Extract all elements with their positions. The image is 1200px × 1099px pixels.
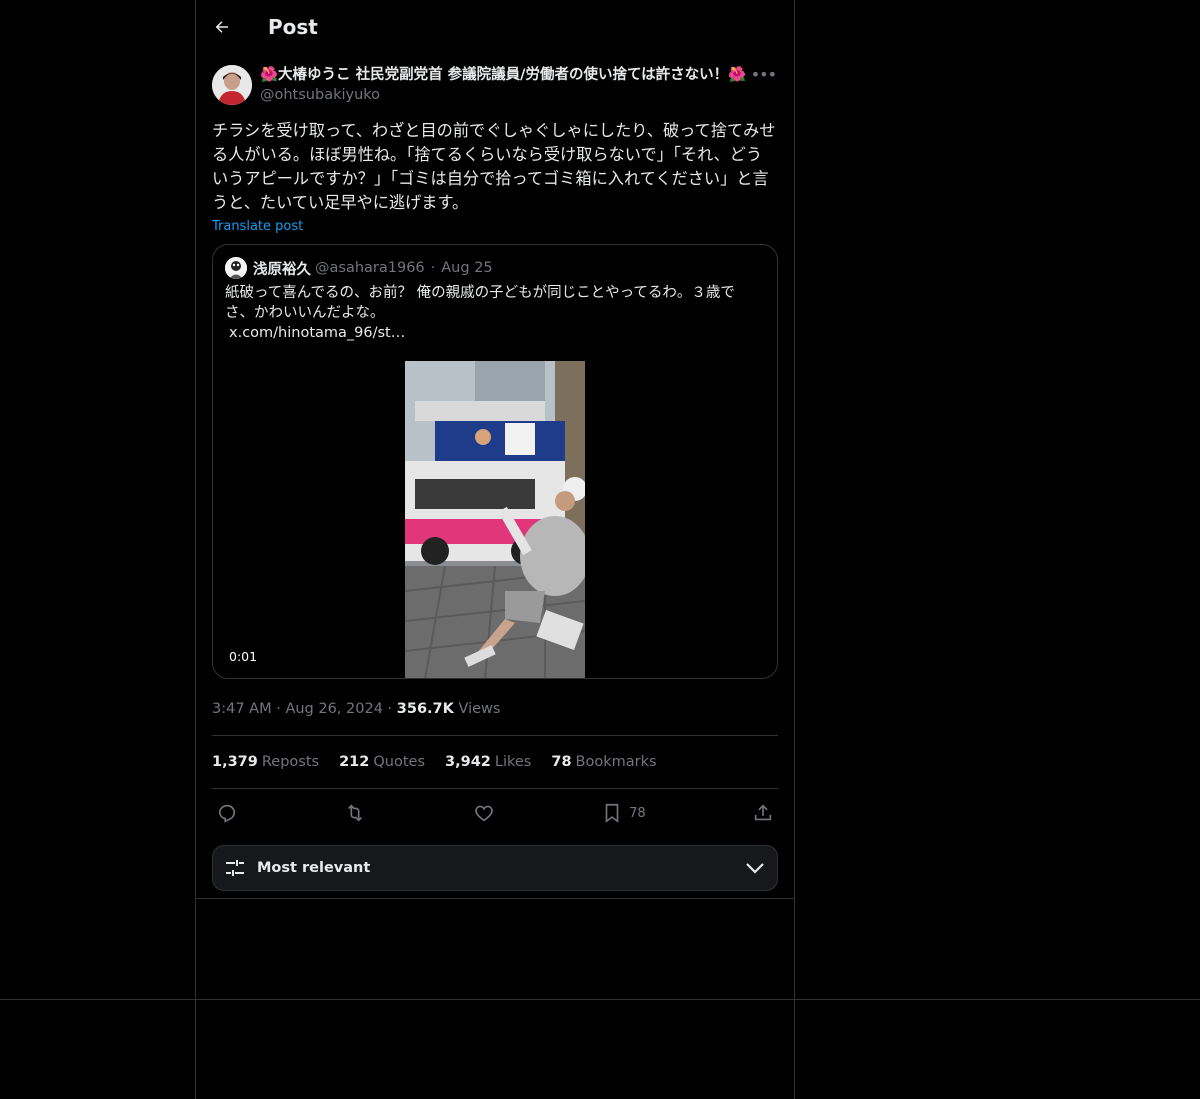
- likes-label: Likes: [494, 754, 532, 770]
- post-time[interactable]: 3:47 AM: [212, 701, 272, 717]
- quotes-label: Quotes: [373, 754, 426, 770]
- likes-count: 3,942: [445, 754, 491, 770]
- engagement-stats: 1,379 Reposts 212 Quotes 3,942 Likes 78 Book…: [212, 736, 778, 788]
- post-date[interactable]: Aug 26, 2024: [285, 701, 383, 717]
- back-arrow-icon: [215, 20, 228, 33]
- quoted-author-handle: @asahara1966: [315, 260, 425, 276]
- like-icon: [474, 805, 493, 822]
- translate-post-link[interactable]: Translate post: [212, 219, 303, 234]
- views-label: Views: [458, 701, 501, 717]
- right-column-border: [794, 0, 795, 1099]
- page-title: Post: [268, 14, 318, 39]
- bookmark-button[interactable]: 78: [601, 802, 646, 824]
- video-thumbnail[interactable]: [405, 361, 585, 678]
- reply-button[interactable]: [216, 802, 238, 824]
- chevron-down-icon: [746, 863, 764, 874]
- quotes-stat[interactable]: 212 Quotes: [339, 754, 425, 770]
- quoted-post-link[interactable]: x.com/hinotama_96/st…: [229, 323, 751, 343]
- quoted-post[interactable]: 浅原裕久 @asahara1966 · Aug 25 紙破って喜んでるの、お前？…: [212, 244, 778, 679]
- sliders-icon: [226, 860, 244, 876]
- repost-icon: [348, 804, 363, 822]
- sort-label: Most relevant: [257, 860, 371, 876]
- quotes-count: 212: [339, 754, 370, 770]
- post-author: 🌺大椿ゆうこ 社民党副党首 参議院議員/労働者の使い捨ては許さない！🌺 @oht…: [212, 65, 778, 105]
- author-display-name[interactable]: 🌺大椿ゆうこ 社民党副党首 参議院議員/労働者の使い捨ては許さない！🌺: [260, 65, 750, 85]
- views-count: 356.7K: [396, 701, 454, 717]
- bookmark-count: 78: [629, 805, 646, 821]
- more-icon[interactable]: •••: [751, 65, 777, 84]
- separator-dot: ·: [430, 260, 436, 276]
- likes-stat[interactable]: 3,942 Likes: [445, 754, 531, 770]
- bottom-divider: [0, 999, 1200, 1000]
- video-frame: [405, 361, 585, 678]
- avatar[interactable]: [212, 65, 252, 105]
- quoted-post-date: Aug 25: [441, 260, 493, 276]
- bookmarks-label: Bookmarks: [575, 754, 657, 770]
- share-icon: [754, 804, 772, 821]
- reposts-stat[interactable]: 1,379 Reposts: [212, 754, 319, 770]
- post-meta: 3:47 AM · Aug 26, 2024 · 356.7K Views: [212, 699, 778, 719]
- like-button[interactable]: [473, 802, 495, 824]
- bookmarks-count: 78: [551, 754, 572, 770]
- page-header: Post: [196, 0, 794, 53]
- quoted-post-body: 紙破って喜んでるの、お前？ 俺の親戚の子どもが同じことやってるわ。３歳でさ、かわ…: [225, 285, 735, 321]
- post-bottom-divider: [196, 898, 794, 899]
- quoted-post-header: 浅原裕久 @asahara1966 · Aug 25: [213, 245, 777, 279]
- sort-replies-dropdown[interactable]: Most relevant: [212, 845, 778, 891]
- author-handle[interactable]: @ohtsubakiyuko: [260, 85, 750, 105]
- main-column: Post 🌺大椿ゆうこ 社民党副党首 参議院議員/労働者の使い捨ては許さない！🌺…: [196, 0, 794, 891]
- quoted-avatar: [225, 257, 247, 279]
- post-text: チラシを受け取って、わざと目の前でぐしゃぐしゃにしたり、破って捨てみせる人がいる…: [212, 121, 776, 212]
- back-button[interactable]: [212, 17, 232, 37]
- bookmark-icon: [605, 803, 619, 823]
- video-timestamp: 0:01: [229, 649, 258, 664]
- quoted-author-name: 浅原裕久: [253, 261, 311, 278]
- post: 🌺大椿ゆうこ 社民党副党首 参議院議員/労働者の使い捨ては許さない！🌺 @oht…: [196, 53, 794, 891]
- quoted-post-text: 紙破って喜んでるの、お前？ 俺の親戚の子どもが同じことやってるわ。３歳でさ、かわ…: [213, 279, 763, 343]
- share-button[interactable]: [752, 802, 774, 824]
- avatar-image: [212, 65, 252, 105]
- reposts-label: Reposts: [261, 754, 320, 770]
- repost-button[interactable]: [344, 802, 366, 824]
- bookmarks-stat[interactable]: 78 Bookmarks: [551, 754, 656, 770]
- reply-icon: [218, 804, 236, 823]
- reposts-count: 1,379: [212, 754, 258, 770]
- action-bar: 78: [212, 789, 778, 837]
- separator-dot: ·: [387, 701, 397, 717]
